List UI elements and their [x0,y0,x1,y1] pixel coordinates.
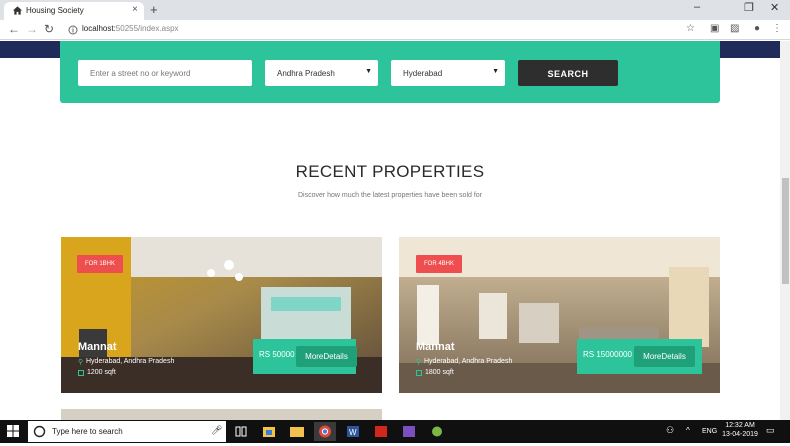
page-viewport: Enter a street no or keyword Andhra Prad… [0,41,780,420]
menu-icon[interactable]: ⋮ [772,23,782,34]
taskbar-search-placeholder: Type here to search [52,427,123,436]
property-name[interactable]: Mannat [78,341,117,353]
property-name[interactable]: Mannat [416,341,455,353]
property-price: RS 15000000 [583,350,632,359]
location-pin-icon: ⚲ [78,359,84,366]
snipping-tool-icon[interactable] [426,422,448,441]
property-type-badge: FOR 4BHK [416,255,463,273]
microphone-icon[interactable]: 🎤︎ [211,425,222,436]
tab-title: Housing Society [26,6,84,15]
back-icon[interactable]: ← [8,22,20,36]
cortana-icon [33,425,46,438]
windows-start-icon[interactable] [7,425,19,437]
restore-icon[interactable]: ❐ [744,1,754,14]
property-location: Hyderabad, Andhra Pradesh [86,358,175,365]
input-language[interactable]: ENG [702,428,717,435]
property-price: RS 50000 [259,350,295,359]
close-window-icon[interactable]: ✕ [770,1,779,14]
reload-icon[interactable]: ↻ [44,22,54,36]
location-pin-icon: ⚲ [416,359,422,366]
scrollbar-thumb[interactable] [782,178,789,284]
file-explorer-icon[interactable] [286,422,308,441]
tab-close-icon[interactable]: × [132,4,138,15]
property-area: 1200 sqft [87,369,116,376]
acrobat-icon[interactable] [370,422,392,441]
state-select[interactable]: Andhra Pradesh ▼ [265,60,378,86]
info-icon [68,25,78,35]
more-details-button[interactable]: MoreDetails [296,346,357,367]
tray-chevron-icon[interactable]: ^ [686,426,690,435]
bookmark-star-icon[interactable]: ☆ [686,23,695,34]
visual-studio-icon[interactable] [398,422,420,441]
new-tab-icon[interactable]: + [150,2,158,17]
url-text[interactable]: localhost:50255/index.aspx [82,24,179,33]
clock-time: 12:32 AM [725,422,755,429]
property-card[interactable]: FOR 1BHK Mannat ⚲ Hyderabad, Andhra Prad… [61,237,382,393]
word-icon[interactable]: W [342,422,364,441]
clock-date: 13-04-2019 [722,431,758,438]
keyword-placeholder: Enter a street no or keyword [90,69,191,78]
search-button[interactable]: SEARCH [518,60,618,86]
state-selected-value: Andhra Pradesh [277,69,335,78]
city-selected-value: Hyderabad [403,69,443,78]
notifications-icon[interactable]: ▭ [766,425,775,436]
task-view-icon[interactable] [230,422,252,441]
forward-icon[interactable]: → [26,22,38,36]
browser-tab[interactable]: Housing Society × [4,2,144,20]
people-icon[interactable]: ⚇ [666,425,674,436]
minimize-icon[interactable]: – [694,1,700,13]
section-title: RECENT PROPERTIES [295,162,485,181]
home-icon [12,6,23,15]
property-search-bar: Enter a street no or keyword Andhra Prad… [60,41,720,103]
more-details-button[interactable]: MoreDetails [634,346,695,367]
property-location: Hyderabad, Andhra Pradesh [424,358,513,365]
extension-icon[interactable]: ▣ [710,23,719,34]
profile-icon[interactable]: ● [754,23,760,34]
area-icon [78,370,84,376]
property-card-partial [61,409,382,420]
pdf-extension-icon[interactable]: ▨ [730,23,739,34]
property-type-badge: FOR 1BHK [77,255,124,273]
chrome-icon[interactable] [314,422,336,441]
keyword-search-input[interactable]: Enter a street no or keyword [78,60,252,86]
system-clock[interactable]: 12:32 AM 13-04-2019 [722,421,758,439]
area-icon [416,370,422,376]
dropdown-arrow-icon: ▼ [365,68,372,75]
section-subtitle: Discover how much the latest properties … [297,192,483,199]
dropdown-arrow-icon: ▼ [492,68,499,75]
svg-text:W: W [349,428,357,437]
property-card[interactable]: FOR 4BHK Mannat ⚲ Hyderabad, Andhra Prad… [399,237,720,393]
city-select[interactable]: Hyderabad ▼ [391,60,505,86]
store-icon[interactable] [258,422,280,441]
property-area: 1800 sqft [425,369,454,376]
